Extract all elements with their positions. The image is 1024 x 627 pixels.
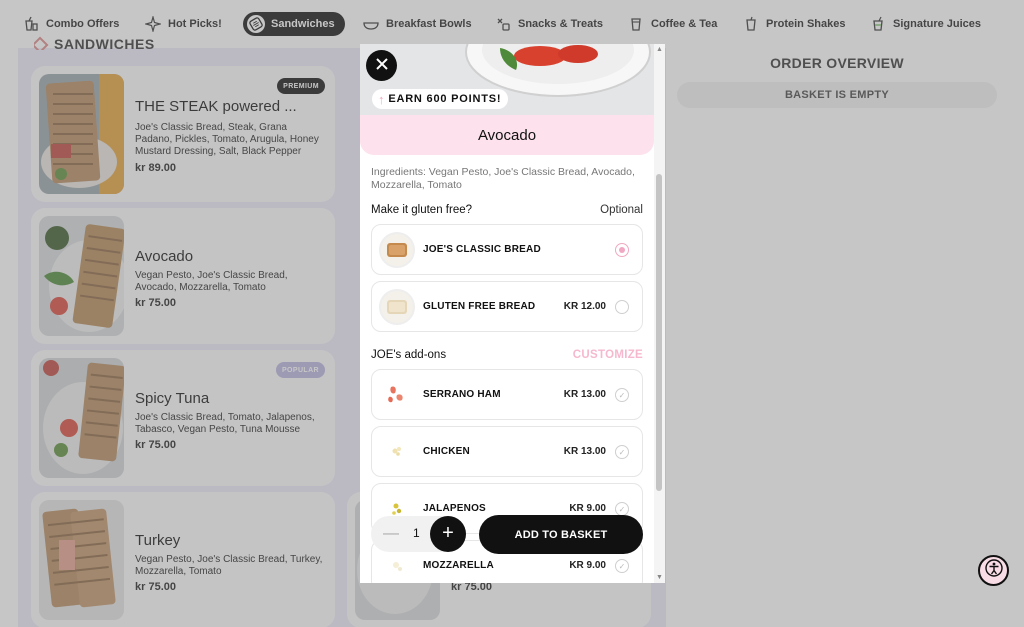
ham-thumbnail [379,377,415,413]
ingredients-text: Ingredients: Vegan Pesto, Joe's Classic … [371,166,635,191]
close-icon [375,57,388,75]
radio-unselected[interactable] [615,300,629,314]
option-price: KR 13.00 [563,446,606,457]
option-joes-classic-bread[interactable]: JOE'S CLASSIC BREAD [371,224,643,275]
option-name: GLUTEN FREE BREAD [423,301,536,312]
option-name: JOE'S CLASSIC BREAD [423,244,541,255]
product-title: Avocado [360,115,654,155]
option-name: SERRANO HAM [423,389,501,400]
accessibility-button[interactable] [978,555,1009,586]
optional-label: Optional [600,204,643,216]
customize-link[interactable]: CUSTOMIZE [573,349,643,361]
close-button[interactable] [366,50,397,81]
scroll-down-arrow-icon[interactable]: ▼ [655,573,664,582]
check-icon[interactable]: ✓ [615,502,629,516]
addon-chicken[interactable]: CHICKEN KR 13.00 ✓ [371,426,643,477]
add-to-basket-button[interactable]: ADD TO BASKET [479,515,643,554]
quantity-value: 1 [413,526,420,540]
group-title: Make it gluten free? [371,204,473,216]
radio-selected[interactable] [615,243,629,257]
check-icon[interactable]: ✓ [615,445,629,459]
check-icon[interactable]: ✓ [615,388,629,402]
points-badge: ↑ EARN 600 POINTS! [372,89,509,109]
option-price: KR 13.00 [563,389,606,400]
addons-group-header: JOE's add-ons CUSTOMIZE [371,349,643,361]
bread-thumbnail [379,232,415,268]
accessibility-icon [984,559,1003,582]
group-title: JOE's add-ons [371,349,447,361]
gluten-group-header: Make it gluten free? Optional [371,204,643,216]
check-icon[interactable]: ✓ [615,559,629,573]
option-gluten-free-bread[interactable]: GLUTEN FREE BREAD KR 12.00 [371,281,643,332]
scroll-up-arrow-icon[interactable]: ▲ [655,45,664,54]
addon-serrano-ham[interactable]: SERRANO HAM KR 13.00 ✓ [371,369,643,420]
option-name: CHICKEN [423,446,470,457]
product-modal: ↑ EARN 600 POINTS! Avocado Ingredients: V… [360,44,665,583]
option-price: KR 12.00 [563,301,606,312]
scrollbar-thumb[interactable] [656,174,662,491]
chicken-thumbnail [379,434,415,470]
mozzarella-thumbnail [379,548,415,583]
arrow-up-icon: ↑ [378,91,386,107]
bread-thumbnail [379,289,415,325]
decrease-quantity-button[interactable]: — [383,525,399,543]
quantity-stepper: — 1 + [371,516,466,552]
increase-quantity-button[interactable]: + [430,516,466,552]
